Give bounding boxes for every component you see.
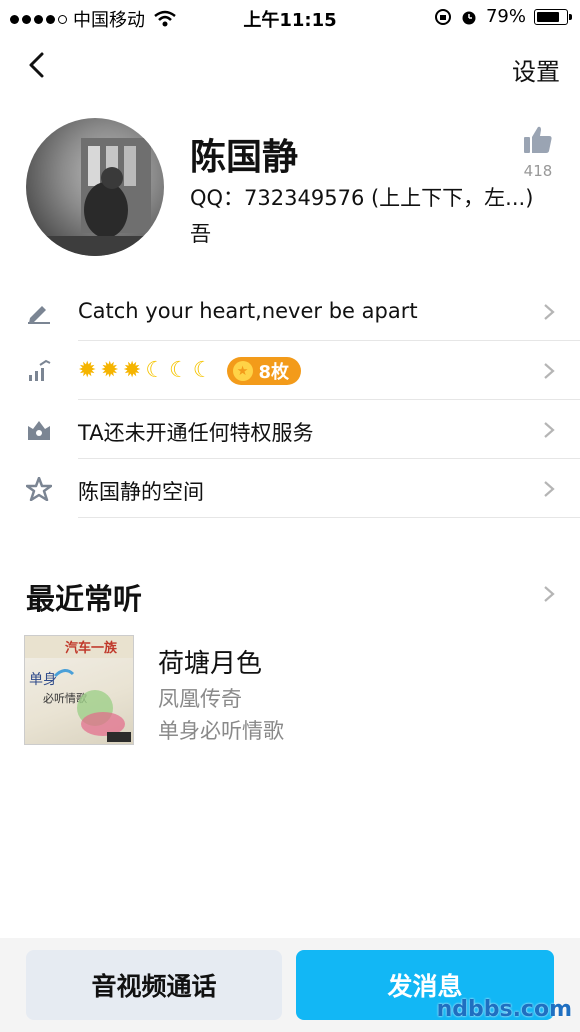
- song-artist: 凤凰传奇: [158, 687, 242, 711]
- album-cover: 汽车一族 单身 必听情歌: [24, 635, 134, 745]
- rotation-lock-icon: [434, 8, 451, 25]
- avatar[interactable]: [26, 118, 164, 256]
- medal-count: 8枚: [258, 362, 290, 383]
- status-bar: 中国移动 上午11:15 79%: [0, 0, 580, 34]
- back-icon[interactable]: [22, 50, 52, 80]
- level-icons: ✹ ✹ ✹ ☾ ☾ ☾ ★ 8枚: [78, 357, 302, 385]
- sun-icon: ✹: [78, 358, 97, 383]
- recent-song-item[interactable]: 汽车一族 单身 必听情歌 荷塘月色 凤凰传奇 单身必听情歌: [24, 635, 564, 747]
- chevron-right-icon: [544, 481, 555, 497]
- like-count: 418: [523, 162, 553, 180]
- chevron-right-icon: [544, 304, 555, 320]
- settings-button[interactable]: 设置: [512, 52, 560, 87]
- moon-icon: ☾: [169, 358, 189, 383]
- qq-number: QQ：732349576 (上上下下，左...): [190, 186, 534, 210]
- chevron-right-icon[interactable]: [542, 584, 556, 604]
- battery-icon: [534, 8, 572, 25]
- thumbs-up-icon: [524, 126, 552, 153]
- profile-header: 陈国静 QQ：732349576 (上上下下，左...) 吾 418: [0, 118, 580, 258]
- space-text: 陈国静的空间: [78, 480, 204, 504]
- medal-icon: ★: [232, 361, 253, 381]
- privilege-row[interactable]: TA还未开通任何特权服务: [0, 400, 580, 459]
- battery-percent: 79%: [485, 6, 526, 27]
- song-album: 单身必听情歌: [158, 719, 284, 743]
- cover-text: 单身: [29, 672, 57, 688]
- bottom-action-bar: 音视频通话 发消息 ndbbs.com: [0, 938, 580, 1032]
- sun-icon: ✹: [100, 358, 119, 383]
- level-row[interactable]: ✹ ✹ ✹ ☾ ☾ ☾ ★ 8枚: [0, 341, 580, 400]
- moon-icon: ☾: [145, 358, 166, 383]
- moon-icon: ☾: [192, 358, 213, 383]
- info-list: Catch your heart,never be apart ✹ ✹ ✹ ☾ …: [0, 282, 580, 518]
- profile-name: 陈国静: [190, 137, 299, 178]
- like-button[interactable]: 418: [522, 124, 554, 180]
- chevron-right-icon: [544, 422, 555, 438]
- alarm-icon: [462, 11, 476, 24]
- signature-text: Catch your heart,never be apart: [78, 299, 418, 323]
- status-right: 79%: [434, 6, 572, 27]
- crown-icon: [28, 421, 50, 440]
- nav-bar: 设置: [0, 40, 580, 92]
- video-call-button[interactable]: 音视频通话: [26, 950, 282, 1020]
- profile-subline: 吾: [190, 222, 211, 246]
- recent-listens-title: 最近常听: [26, 582, 143, 616]
- cover-text: 汽车一族: [65, 640, 118, 656]
- level-chart-icon: [29, 359, 51, 381]
- medal-badge: ★ 8枚: [226, 357, 302, 385]
- star-icon: [26, 477, 52, 501]
- divider: [78, 517, 580, 518]
- sun-icon: ✹: [122, 358, 142, 383]
- chevron-right-icon: [544, 363, 555, 379]
- privilege-text: TA还未开通任何特权服务: [78, 421, 314, 445]
- signature-row[interactable]: Catch your heart,never be apart: [0, 282, 580, 341]
- song-title: 荷塘月色: [158, 649, 263, 679]
- space-row[interactable]: 陈国静的空间: [0, 459, 580, 518]
- pencil-icon: [28, 306, 50, 324]
- watermark: ndbbs.com: [436, 997, 572, 1022]
